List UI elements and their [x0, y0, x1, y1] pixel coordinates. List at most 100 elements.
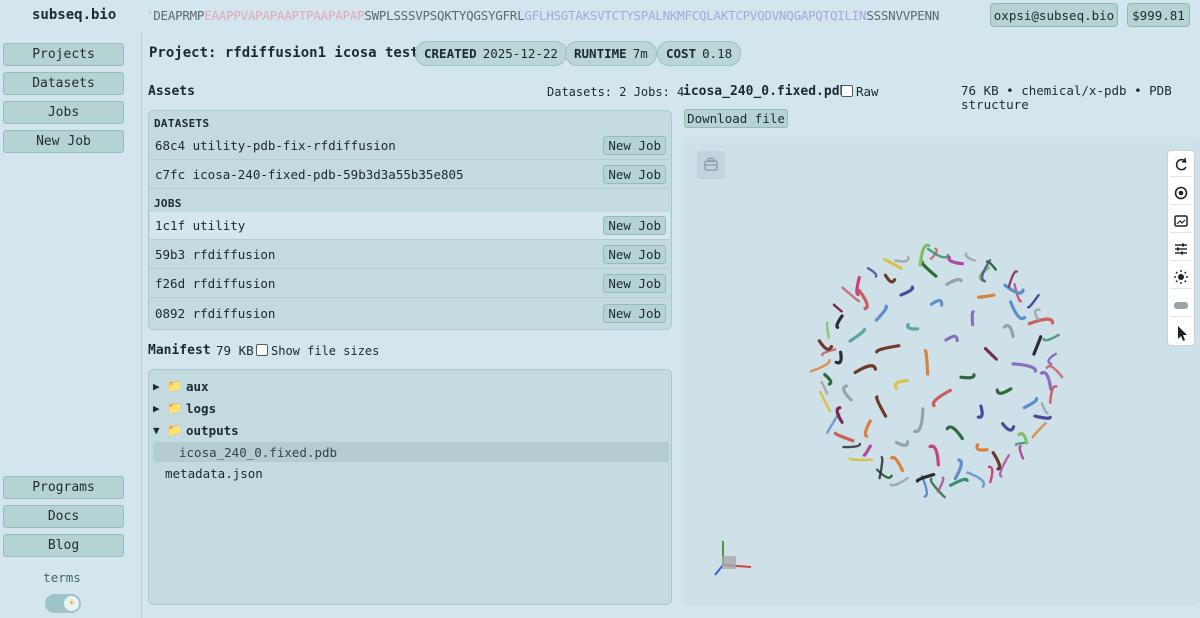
cost-badge: COST 0.18	[657, 41, 742, 66]
protein-strand	[1040, 402, 1049, 415]
protein-strand	[848, 327, 867, 343]
manifest-panel: ▶ 📁 aux ▶ 📁 logs ▼ 📁 outputs icosa_240_0…	[148, 369, 672, 605]
protein-strand	[835, 406, 844, 424]
folder-icon: 📁	[167, 401, 182, 415]
protein-strand	[913, 407, 925, 434]
protein-strand	[817, 339, 834, 351]
nav-projects-button[interactable]: Projects	[3, 43, 124, 66]
file-name[interactable]: icosa_240_0.fixed.pdb	[179, 445, 337, 460]
file-row[interactable]: metadata.json	[165, 463, 263, 483]
protein-strand	[894, 440, 910, 447]
new-job-button[interactable]: New Job	[603, 136, 666, 155]
protein-strand	[947, 255, 964, 266]
protein-strand	[1002, 324, 1015, 339]
settings-sliders-icon[interactable]	[1170, 237, 1192, 261]
protein-strand	[944, 334, 959, 343]
user-email-badge[interactable]: oxpsi@subseq.bio	[990, 3, 1118, 27]
protein-strand	[1022, 397, 1039, 410]
show-file-sizes-label[interactable]: Show file sizes	[271, 344, 379, 358]
theme-toggle[interactable]: ☀	[45, 594, 81, 613]
chevron-down-icon[interactable]: ▼	[153, 424, 167, 437]
molecule-viewer[interactable]	[683, 137, 1200, 605]
job-label[interactable]: f26d rfdiffusion	[155, 276, 275, 291]
new-job-button[interactable]: New Job	[603, 216, 666, 235]
folder-name[interactable]: aux	[186, 379, 209, 394]
credit-balance-badge[interactable]: $999.81	[1127, 3, 1190, 27]
job-label[interactable]: 1c1f utility	[155, 218, 245, 233]
manifest-size: 79 KB	[216, 343, 254, 358]
job-row[interactable]: 59b3 rfdiffusion New Job	[150, 241, 670, 269]
folder-name[interactable]: outputs	[186, 423, 239, 438]
dataset-label[interactable]: 68c4 utility-pdb-fix-rfdiffusion	[155, 138, 396, 153]
folder-row-logs[interactable]: ▶ 📁 logs	[153, 398, 216, 418]
sequence-ticker: 'DEAPRMPEAAPPVAPAPAAPTPAAPAPAPSWPLSSSVPS…	[146, 8, 981, 23]
protein-strand	[1027, 317, 1055, 326]
protein-strand	[862, 444, 872, 457]
raw-checkbox[interactable]	[841, 85, 853, 97]
nav-datasets-button[interactable]: Datasets	[3, 72, 124, 95]
vr-icon[interactable]	[1170, 293, 1192, 317]
protein-strand	[945, 277, 963, 286]
protein-strand	[923, 349, 930, 376]
chevron-right-icon[interactable]: ▶	[153, 380, 167, 393]
protein-strand	[835, 314, 844, 329]
protein-strand	[809, 358, 831, 373]
dataset-row[interactable]: 68c4 utility-pdb-fix-rfdiffusion New Job	[150, 132, 670, 160]
folder-row-outputs[interactable]: ▼ 📁 outputs	[153, 420, 239, 440]
show-file-sizes-checkbox[interactable]	[256, 344, 268, 356]
job-label[interactable]: 0892 rfdiffusion	[155, 306, 275, 321]
job-label[interactable]: 59b3 rfdiffusion	[155, 247, 275, 262]
nav-new-job-button[interactable]: New Job	[3, 130, 124, 153]
select-cursor-icon[interactable]	[1170, 321, 1192, 345]
new-job-button[interactable]: New Job	[603, 245, 666, 264]
protein-strand	[893, 379, 910, 390]
protein-strand	[1009, 300, 1027, 321]
screenshot-icon[interactable]	[1170, 209, 1192, 233]
snapshot-icon[interactable]	[697, 151, 725, 179]
job-row[interactable]: f26d rfdiffusion New Job	[150, 270, 670, 298]
created-value: 2025-12-22	[482, 46, 558, 61]
reset-rotation-icon[interactable]	[1170, 153, 1192, 177]
protein-strand	[1018, 445, 1025, 460]
nav-blog-button[interactable]: Blog	[3, 534, 124, 557]
protein-strand	[964, 252, 976, 262]
protein-strand	[818, 390, 832, 413]
protein-strand	[970, 310, 975, 327]
protein-strand	[977, 293, 996, 299]
folder-row-aux[interactable]: ▶ 📁 aux	[153, 376, 209, 396]
new-job-button[interactable]: New Job	[603, 274, 666, 293]
protein-strand	[1001, 422, 1016, 432]
protein-strand	[1032, 335, 1043, 356]
brand-logo[interactable]: subseq.bio	[32, 7, 116, 23]
protein-structure-render[interactable]	[803, 235, 1073, 505]
terms-link[interactable]: terms	[0, 570, 124, 585]
focus-icon[interactable]	[1170, 181, 1192, 205]
dataset-row[interactable]: c7fc icosa-240-fixed-pdb-59b3d3a55b35e80…	[150, 161, 670, 189]
dataset-label[interactable]: c7fc icosa-240-fixed-pdb-59b3d3a55b35e80…	[155, 167, 464, 182]
protein-strand	[936, 476, 945, 493]
download-file-button[interactable]: Download file	[684, 109, 788, 128]
file-name[interactable]: metadata.json	[165, 466, 263, 481]
created-badge: CREATED 2025-12-22	[415, 41, 567, 66]
nav-programs-button[interactable]: Programs	[3, 476, 124, 499]
protein-strand	[857, 288, 869, 311]
new-job-button[interactable]: New Job	[603, 303, 666, 323]
file-row[interactable]: icosa_240_0.fixed.pdb	[179, 442, 337, 462]
new-job-button[interactable]: New Job	[603, 165, 666, 184]
protein-strand	[928, 444, 940, 467]
lighting-icon[interactable]	[1170, 265, 1192, 289]
folder-icon: 📁	[167, 379, 182, 393]
viewer-file-name: icosa_240_0.fixed.pdb	[683, 84, 848, 99]
nav-jobs-button[interactable]: Jobs	[3, 101, 124, 124]
nav-docs-button[interactable]: Docs	[3, 505, 124, 528]
job-row[interactable]: 1c1f utility New Job	[150, 212, 670, 240]
sequence-segment: EAAPPVAPAPAAPTPAAPAPAP	[204, 8, 365, 23]
protein-strand	[890, 455, 905, 473]
folder-icon: 📁	[167, 423, 182, 437]
protein-strand	[966, 471, 986, 488]
folder-name[interactable]: logs	[186, 401, 216, 416]
job-row[interactable]: 0892 rfdiffusion New Job	[150, 299, 670, 327]
protein-strand	[920, 260, 938, 278]
chevron-right-icon[interactable]: ▶	[153, 402, 167, 415]
raw-label[interactable]: Raw	[856, 84, 879, 99]
